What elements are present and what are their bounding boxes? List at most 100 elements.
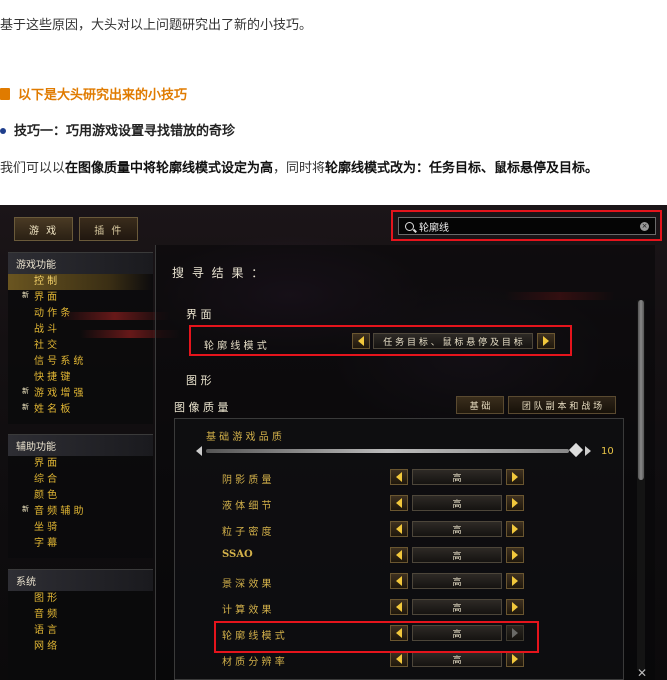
- sidebar-item-keybindings[interactable]: 快 捷 键: [8, 370, 153, 386]
- sidebar-section-title: 游戏功能: [8, 253, 153, 274]
- sidebar-item-ping-system[interactable]: 信 号 系 统: [8, 354, 153, 370]
- setting-prev-button[interactable]: [390, 599, 408, 615]
- setting-next-button[interactable]: [506, 469, 524, 485]
- sidebar-item-acc-interface[interactable]: 界 面: [8, 456, 153, 472]
- search-results-title: 搜 寻 结 果 ：: [172, 266, 266, 280]
- arrow-right-icon: [512, 524, 518, 534]
- sidebar-item-network[interactable]: 网 络: [8, 639, 153, 655]
- arrow-left-icon: [396, 498, 402, 508]
- base-quality-label: 基 础 游 戏 品 质: [206, 432, 282, 443]
- arrow-left-icon: [396, 472, 402, 482]
- tab-basic[interactable]: 基 础: [456, 396, 504, 414]
- setting-next-button[interactable]: [506, 599, 524, 615]
- new-badge: 新: [22, 403, 29, 411]
- arrow-right-icon: [512, 498, 518, 508]
- setting-prev-button[interactable]: [390, 495, 408, 511]
- sidebar-item-mounts[interactable]: 坐 骑: [8, 520, 153, 536]
- setting-next-button[interactable]: [506, 495, 524, 511]
- setting-value: 高: [412, 573, 502, 589]
- scrollbar[interactable]: [637, 300, 645, 670]
- setting-prev-button[interactable]: [390, 547, 408, 563]
- setting-label: 阴 影 质 量: [222, 475, 272, 486]
- highlight-search: [391, 210, 662, 241]
- graphics-section-label: 图 形: [186, 374, 212, 387]
- instruction-text-c: ，同时将: [273, 161, 326, 176]
- new-badge: 新: [22, 291, 29, 299]
- intro-paragraph: 基于这些原因，大头对以上问题研究出了新的小技巧。: [0, 18, 313, 33]
- sidebar-section-title: 系统: [8, 570, 153, 591]
- scrollbar-thumb[interactable]: [638, 300, 644, 480]
- sidebar-item-nameplates[interactable]: 新姓 名 板: [8, 402, 153, 418]
- tab-addons[interactable]: 插 件: [79, 217, 139, 241]
- setting-value: 高: [412, 547, 502, 563]
- base-quality-slider[interactable]: [196, 442, 591, 458]
- highlight-outline-mode: [189, 325, 572, 356]
- sidebar-system: 系统 图 形 音 频 语 言 网 络: [8, 569, 153, 680]
- tab-game[interactable]: 游 戏: [14, 217, 74, 241]
- setting-label: SSAO: [222, 549, 253, 560]
- arrow-right-icon: [512, 654, 518, 664]
- slider-track: [206, 449, 569, 453]
- sidebar-item-colors[interactable]: 颜 色: [8, 488, 153, 504]
- section-heading-text: 以下是大头研究出来的小技巧: [18, 88, 188, 103]
- setting-label: 粒 子 密 度: [222, 527, 272, 538]
- arrow-right-icon: [512, 472, 518, 482]
- sidebar-item-language[interactable]: 语 言: [8, 623, 153, 639]
- sidebar-section-title: 辅助功能: [8, 435, 153, 456]
- setting-next-button[interactable]: [506, 573, 524, 589]
- slider-value: 10: [601, 446, 614, 457]
- setting-value: 高: [412, 469, 502, 485]
- arrow-left-icon: [396, 602, 402, 612]
- image-quality-label: 图 像 质 量: [174, 401, 229, 414]
- setting-value: 高: [412, 651, 502, 667]
- sidebar-item-graphics[interactable]: 图 形: [8, 591, 153, 607]
- setting-value: 高: [412, 599, 502, 615]
- interface-section-label: 界 面: [186, 308, 212, 321]
- setting-next-button[interactable]: [506, 521, 524, 537]
- section-heading: 以下是大头研究出来的小技巧: [0, 84, 187, 103]
- sidebar-game-functions: 游戏功能 控 制 新界 面 动 作 条 战 斗 社 交 信 号 系 统 快 捷 …: [8, 252, 153, 424]
- sidebar-item-general[interactable]: 综 合: [8, 472, 153, 488]
- tip-heading-text: 技巧一：巧用游戏设置寻找错放的奇珍: [14, 124, 236, 139]
- sidebar-item-subtitles[interactable]: 字 幕: [8, 536, 153, 552]
- sidebar-item-audio-assist[interactable]: 新音 频 辅 助: [8, 504, 153, 520]
- slider-right-icon: [585, 446, 591, 456]
- sidebar-item-controls[interactable]: 控 制: [8, 274, 153, 290]
- arrow-right-icon: [512, 576, 518, 586]
- setting-label: 计 算 效 果: [222, 605, 272, 616]
- sidebar-item-social[interactable]: 社 交: [8, 338, 153, 354]
- setting-next-button[interactable]: [506, 651, 524, 667]
- sidebar-item-game-enhance[interactable]: 新游 戏 增 强: [8, 386, 153, 402]
- bullet-icon: [0, 127, 6, 134]
- setting-value: 高: [412, 521, 502, 537]
- sidebar-item-audio[interactable]: 音 频: [8, 607, 153, 623]
- setting-label: 材 质 分 辨 率: [222, 657, 285, 668]
- scroll-down-icon[interactable]: ✕: [637, 666, 647, 680]
- arrow-left-icon: [396, 576, 402, 586]
- instruction-bold-1: 在图像质量中将轮廓线模式设定为高: [65, 161, 274, 176]
- heading-marker-icon: [0, 87, 10, 100]
- arrow-left-icon: [396, 654, 402, 664]
- new-badge: 新: [22, 387, 29, 395]
- arrow-left-icon: [396, 524, 402, 534]
- instruction-text-a: 我们可以以: [0, 161, 66, 176]
- setting-value: 高: [412, 495, 502, 511]
- instruction-paragraph: 我们可以以在图像质量中将轮廓线模式设定为高，同时将轮廓线模式改为：任务目标、鼠标…: [0, 154, 667, 184]
- arrow-right-icon: [512, 550, 518, 560]
- sidebar-accessibility: 辅助功能 界 面 综 合 颜 色 新音 频 辅 助 坐 骑 字 幕: [8, 434, 153, 558]
- sidebar-item-interface[interactable]: 新界 面: [8, 290, 153, 306]
- arrow-left-icon: [396, 550, 402, 560]
- slider-left-icon: [196, 446, 202, 456]
- highlight-outline-quality: [214, 621, 539, 653]
- instruction-bold-2: 轮廓线模式改为：任务目标、鼠标悬停及目标。: [325, 161, 599, 176]
- tab-raid-battleground[interactable]: 团 队 副 本 和 战 场: [508, 396, 616, 414]
- setting-label: 液 体 细 节: [222, 501, 272, 512]
- setting-prev-button[interactable]: [390, 651, 408, 667]
- setting-prev-button[interactable]: [390, 469, 408, 485]
- tip-heading: 技巧一：巧用游戏设置寻找错放的奇珍: [0, 120, 235, 139]
- setting-label: 景 深 效 果: [222, 579, 272, 590]
- new-badge: 新: [22, 505, 29, 513]
- setting-next-button[interactable]: [506, 547, 524, 563]
- setting-prev-button[interactable]: [390, 521, 408, 537]
- setting-prev-button[interactable]: [390, 573, 408, 589]
